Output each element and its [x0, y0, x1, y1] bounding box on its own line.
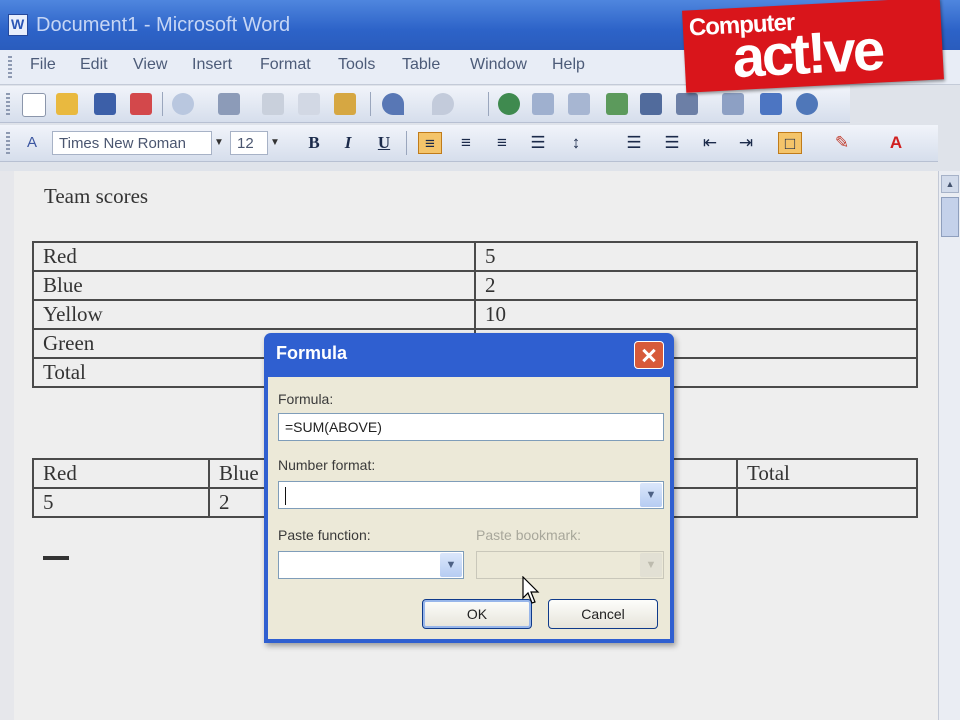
font-dropdown-arrow-icon[interactable]: ▼ — [212, 131, 226, 155]
number-format-select[interactable]: ▼ — [278, 481, 664, 509]
text-caret — [285, 487, 286, 506]
outside-border-icon[interactable]: □ — [778, 132, 802, 154]
redo-icon[interactable] — [432, 93, 454, 115]
table-cell[interactable]: 2 — [474, 270, 918, 301]
toolbar-separator — [162, 92, 163, 116]
undo-icon[interactable] — [382, 93, 404, 115]
styles-icon[interactable]: A — [20, 132, 44, 154]
help-icon[interactable] — [796, 93, 818, 115]
toolbar-grip[interactable] — [6, 93, 10, 115]
show-hide-icon[interactable] — [760, 93, 782, 115]
menu-view[interactable]: View — [133, 56, 167, 74]
vertical-scrollbar[interactable]: ▲ — [938, 171, 960, 720]
formatting-toolbar: A Times New Roman ▼ 12 ▼ B I U ≡ ≡ ≡ ☰ ↕… — [0, 125, 938, 162]
copy-icon[interactable] — [298, 93, 320, 115]
align-left-icon[interactable]: ≡ — [418, 132, 442, 154]
italic-button[interactable]: I — [336, 132, 360, 154]
window-title: Document1 - Microsoft Word — [36, 14, 291, 36]
close-icon[interactable] — [634, 341, 664, 369]
toolbar-separator — [406, 131, 407, 155]
numbering-icon[interactable]: ☰ — [622, 132, 646, 154]
menu-tools[interactable]: Tools — [338, 56, 375, 74]
menu-file[interactable]: File — [30, 56, 56, 74]
table-cell[interactable]: Yellow — [32, 299, 476, 330]
line-spacing-icon[interactable]: ↕ — [564, 132, 588, 154]
new-document-icon[interactable] — [22, 93, 46, 117]
toolbar-separator — [488, 92, 489, 116]
standard-toolbar — [0, 86, 850, 123]
mouse-pointer-icon — [522, 576, 540, 604]
dialog-body: Formula: =SUM(ABOVE) Number format: ▼ Pa… — [268, 377, 670, 639]
menu-help[interactable]: Help — [552, 56, 585, 74]
bold-button[interactable]: B — [302, 132, 326, 154]
computeractive-logo: Computer act!ve — [682, 0, 944, 93]
paste-bookmark-select: ▼ — [476, 551, 664, 579]
columns-icon[interactable] — [640, 93, 662, 115]
menu-format[interactable]: Format — [260, 56, 311, 74]
insert-table-icon[interactable] — [568, 93, 590, 115]
table-row: Yellow 10 — [32, 299, 918, 330]
table-cell[interactable]: Blue — [32, 270, 476, 301]
table-row: Blue 2 — [32, 270, 918, 301]
text-insertion-marker — [43, 556, 69, 560]
paste-bookmark-label: Paste bookmark: — [476, 527, 582, 543]
paste-function-label: Paste function: — [278, 527, 371, 543]
table-cell[interactable]: Total — [736, 458, 918, 489]
document-map-icon[interactable] — [722, 93, 744, 115]
underline-button[interactable]: U — [372, 132, 396, 154]
table-row: Red 5 — [32, 241, 918, 272]
permission-icon[interactable] — [130, 93, 152, 115]
cancel-button[interactable]: Cancel — [548, 599, 658, 629]
print-preview-icon[interactable] — [172, 93, 194, 115]
table-cell[interactable]: Red — [32, 241, 476, 272]
drawing-icon[interactable] — [676, 93, 698, 115]
menu-insert[interactable]: Insert — [192, 56, 232, 74]
insert-excel-icon[interactable] — [606, 93, 628, 115]
bullets-icon[interactable]: ☰ — [660, 132, 684, 154]
font-color-icon[interactable]: A — [884, 132, 908, 154]
logo-text-big: act!ve — [730, 17, 884, 91]
cut-icon[interactable] — [262, 93, 284, 115]
paste-function-select[interactable]: ▼ — [278, 551, 464, 579]
increase-indent-icon[interactable]: ⇥ — [734, 132, 758, 154]
scroll-up-icon[interactable]: ▲ — [941, 175, 959, 193]
size-dropdown-arrow-icon[interactable]: ▼ — [268, 131, 282, 155]
word-app-icon[interactable] — [8, 14, 28, 36]
formula-dialog: Formula Formula: =SUM(ABOVE) Number form… — [264, 333, 674, 643]
chevron-down-icon[interactable]: ▼ — [440, 553, 462, 577]
table-cell[interactable]: Red — [32, 458, 210, 489]
toolbar-separator — [370, 92, 371, 116]
formula-input[interactable]: =SUM(ABOVE) — [278, 413, 664, 441]
menubar-grip[interactable] — [8, 56, 12, 78]
chevron-down-icon: ▼ — [640, 553, 662, 577]
dialog-title: Formula — [276, 343, 348, 363]
table-cell[interactable]: 5 — [474, 241, 918, 272]
table-cell[interactable] — [736, 487, 918, 518]
toolbar-grip[interactable] — [6, 132, 10, 154]
justify-icon[interactable]: ☰ — [526, 132, 550, 154]
paste-icon[interactable] — [334, 93, 356, 115]
menu-edit[interactable]: Edit — [80, 56, 108, 74]
highlight-icon[interactable]: ✎ — [830, 132, 854, 154]
decrease-indent-icon[interactable]: ⇤ — [698, 132, 722, 154]
tables-borders-icon[interactable] — [532, 93, 554, 115]
table-cell[interactable]: 10 — [474, 299, 918, 330]
open-folder-icon[interactable] — [56, 93, 78, 115]
menu-table[interactable]: Table — [402, 56, 440, 74]
hyperlink-icon[interactable] — [498, 93, 520, 115]
align-right-icon[interactable]: ≡ — [490, 132, 514, 154]
menu-window[interactable]: Window — [470, 56, 527, 74]
save-icon[interactable] — [94, 93, 116, 115]
spelling-icon[interactable] — [218, 93, 240, 115]
font-size-combo[interactable]: 12 — [230, 131, 268, 155]
scroll-thumb[interactable] — [941, 197, 959, 237]
number-format-label: Number format: — [278, 457, 376, 473]
formula-label: Formula: — [278, 391, 334, 407]
align-center-icon[interactable]: ≡ — [454, 132, 478, 154]
ok-button[interactable]: OK — [422, 599, 532, 629]
chevron-down-icon[interactable]: ▼ — [640, 483, 662, 507]
document-heading[interactable]: Team scores — [44, 184, 148, 209]
table-cell[interactable]: 5 — [32, 487, 210, 518]
font-name-combo[interactable]: Times New Roman — [52, 131, 212, 155]
